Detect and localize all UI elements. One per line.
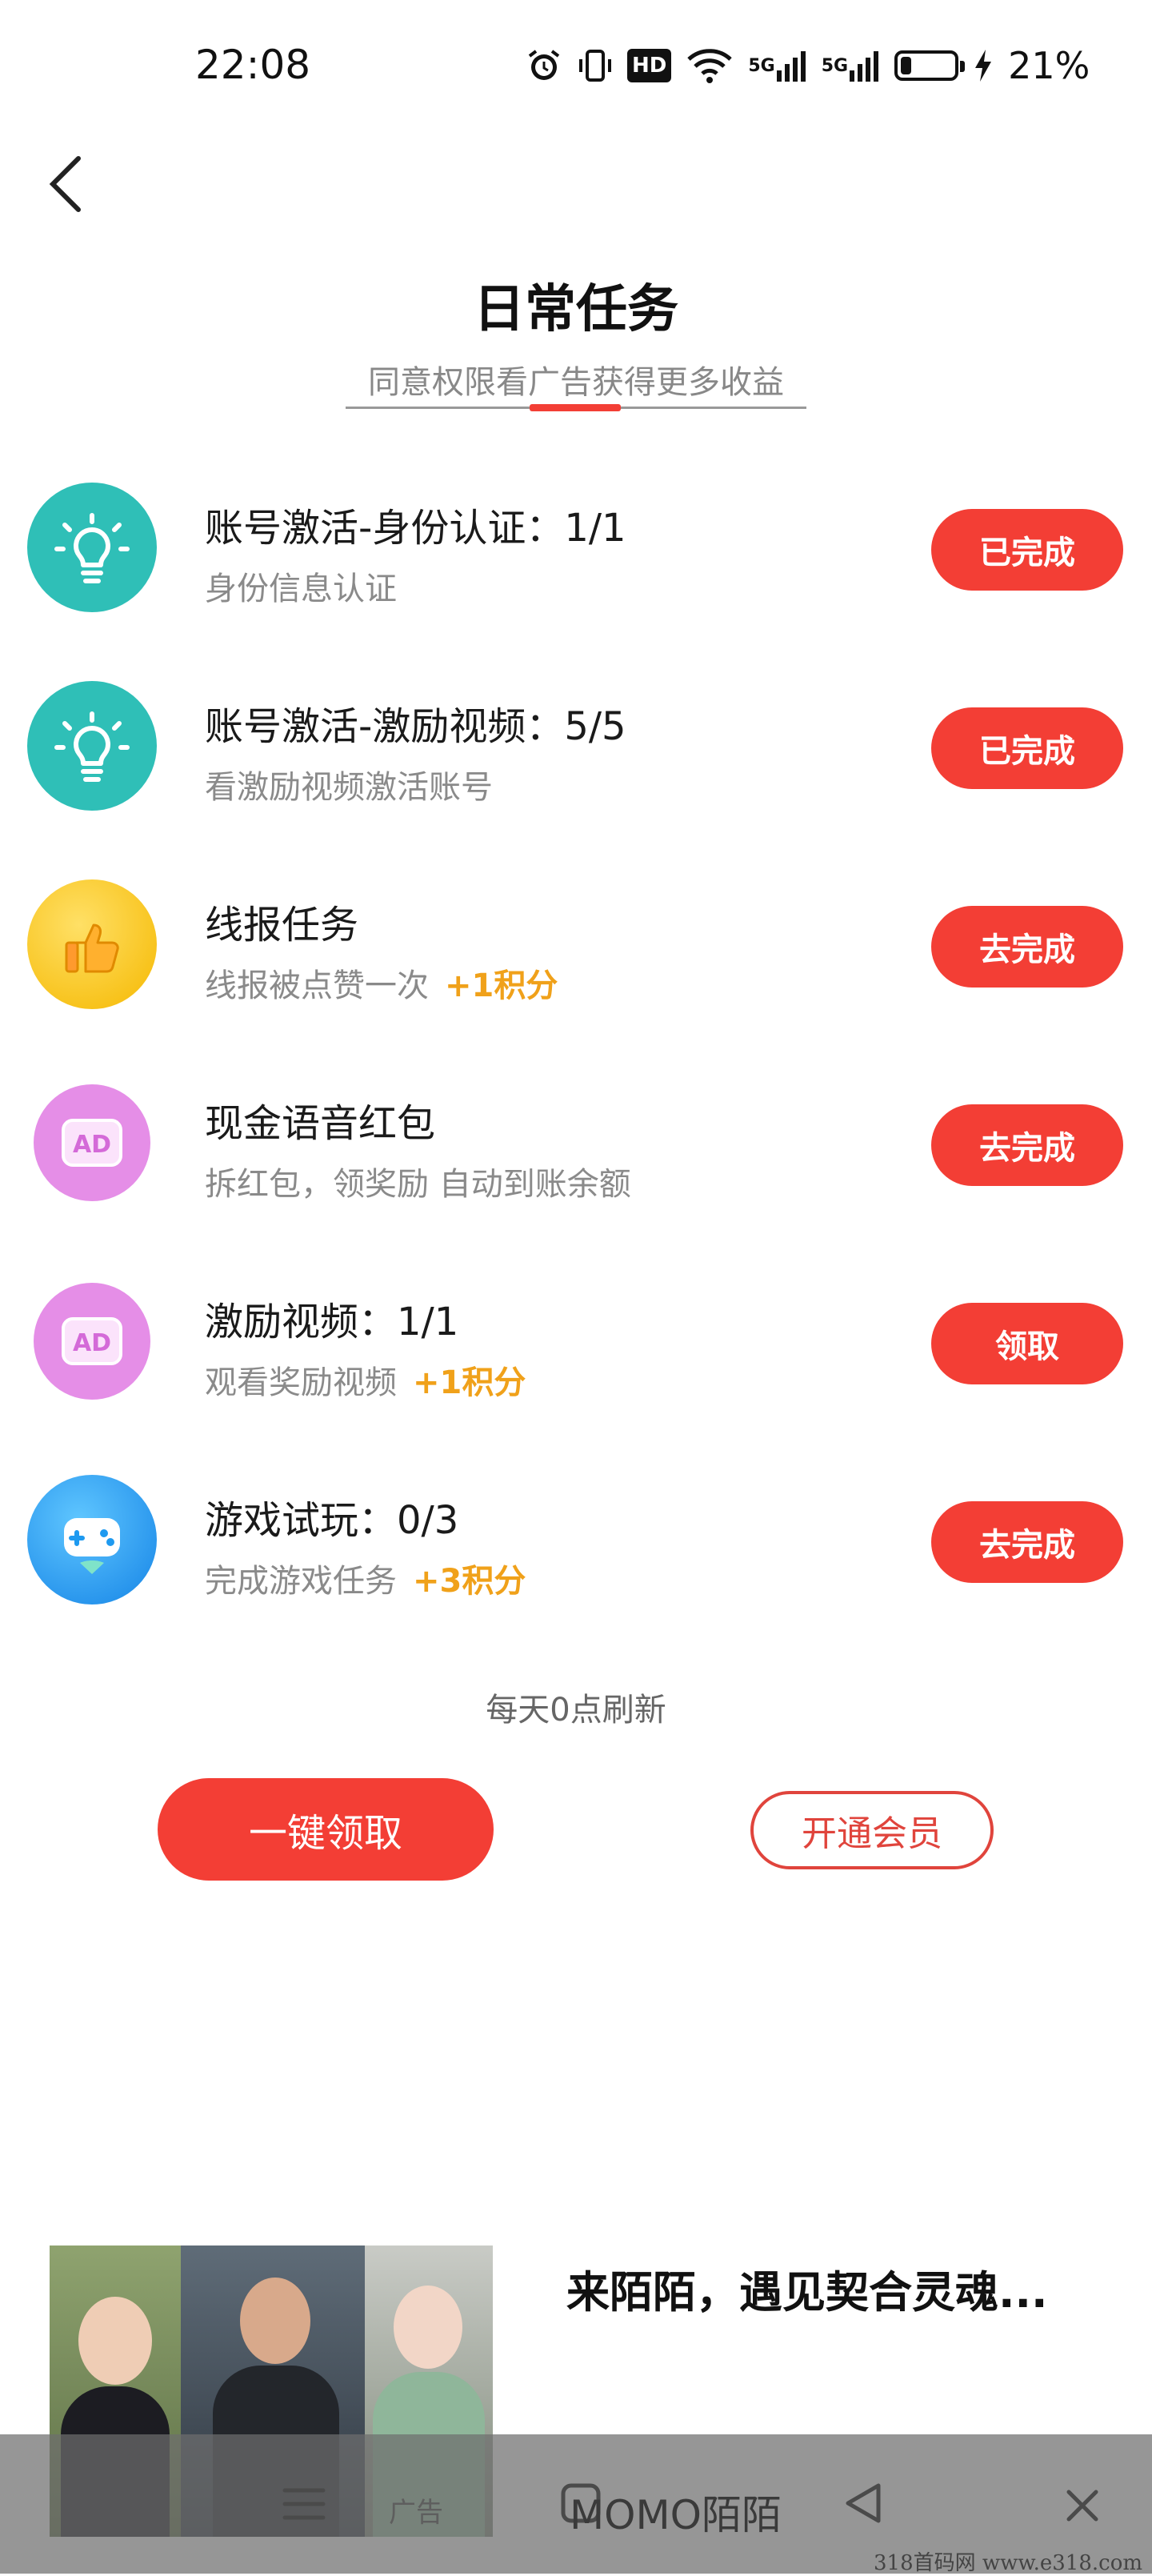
task-title: 现金语音红包 [205, 1101, 436, 1146]
task-desc: 看激励视频激活账号 [205, 761, 493, 807]
back-triangle-icon[interactable] [842, 2481, 886, 2529]
task-title: 激励视频：1/1 [205, 1300, 459, 1344]
watermark: 318首码网 www.e318.com [874, 2551, 1142, 2575]
task-row: 游戏试玩：0/3 完成游戏任务 +3积分 去完成 [0, 1455, 1152, 1631]
alarm-icon [525, 43, 563, 88]
task-list: 账号激活-身份认证：1/1 身份信息认证 已完成 账号激活-激励视频：5/5 看… [0, 463, 1152, 1615]
charging-icon [973, 43, 994, 88]
task-desc: 身份信息认证 [205, 563, 397, 609]
task-bonus: +1积分 [445, 968, 558, 1004]
person-head [240, 2278, 310, 2364]
task-title: 账号激活-激励视频：5/5 [205, 704, 626, 749]
lightbulb-icon [27, 681, 157, 811]
battery-outline [894, 50, 966, 81]
task-row: 线报任务 线报被点赞一次 +1积分 去完成 [0, 859, 1152, 1036]
back-button[interactable] [40, 152, 96, 216]
signal-5g-icon: 5G [748, 43, 806, 88]
task-desc-text: 拆红包，领奖励 自动到账余额 [205, 1166, 631, 1203]
task-row: AD 现金语音红包 拆红包，领奖励 自动到账余额 去完成 [0, 1058, 1152, 1234]
task-desc: 完成游戏任务 +3积分 [205, 1555, 526, 1601]
page-subtitle: 同意权限看广告获得更多收益 [368, 364, 784, 401]
status-icons: HD 5G 5G 21% [525, 42, 1090, 90]
close-icon[interactable] [1064, 2487, 1101, 2527]
chevron-left-icon [49, 156, 81, 212]
ad-title[interactable]: 来陌陌，遇见契合灵魂... [566, 2257, 1048, 2320]
wifi-icon [686, 43, 734, 88]
refresh-note: 每天0点刷新 [486, 1692, 666, 1729]
svg-text:AD: AD [73, 1329, 111, 1357]
page-title: 日常任务 [474, 280, 678, 339]
signal-5g-icon: 5G [822, 43, 880, 88]
subtitle-accent [530, 404, 621, 411]
hd-icon: HD [627, 49, 672, 82]
signal-5g-label: 5G [821, 55, 849, 76]
task-desc-text: 观看奖励视频 [205, 1364, 397, 1401]
task-row: AD 激励视频：1/1 观看奖励视频 +1积分 领取 [0, 1256, 1152, 1432]
vibrate-icon [578, 43, 613, 88]
task-action-button[interactable]: 去完成 [931, 1501, 1123, 1583]
task-title: 游戏试玩：0/3 [205, 1498, 459, 1543]
task-claim-button[interactable]: 领取 [931, 1303, 1123, 1384]
menu-icon[interactable] [282, 2484, 326, 2527]
ad-icon: AD [34, 1283, 150, 1400]
task-bonus: +1积分 [413, 1364, 526, 1401]
ad-icon: AD [34, 1084, 150, 1201]
battery-percent: 21% [1008, 44, 1090, 87]
task-bonus: +3积分 [413, 1563, 526, 1600]
task-title: 账号激活-身份认证：1/1 [205, 506, 626, 551]
open-vip-button[interactable]: 开通会员 [750, 1791, 994, 1869]
task-desc-text: 完成游戏任务 [205, 1563, 397, 1600]
task-desc-text: 看激励视频激活账号 [205, 769, 493, 806]
task-title: 线报任务 [205, 903, 359, 947]
battery-icon [894, 43, 966, 88]
task-row: 账号激活-身份认证：1/1 身份信息认证 已完成 [0, 463, 1152, 639]
task-action-button[interactable]: 去完成 [931, 1104, 1123, 1186]
lightbulb-icon [27, 483, 157, 612]
task-status-button[interactable]: 已完成 [931, 509, 1123, 591]
signal-5g-label: 5G [748, 55, 775, 76]
battery-fill [901, 57, 912, 74]
claim-all-button[interactable]: 一键领取 [158, 1778, 494, 1881]
thumbs-up-icon [27, 879, 157, 1009]
task-desc-text: 身份信息认证 [205, 571, 397, 607]
task-desc-text: 线报被点赞一次 [205, 968, 429, 1004]
gamepad-icon [27, 1475, 157, 1604]
task-status-button[interactable]: 已完成 [931, 707, 1123, 789]
task-action-button[interactable]: 去完成 [931, 906, 1123, 988]
task-desc: 拆红包，领奖励 自动到账余额 [205, 1158, 631, 1204]
person-head [78, 2297, 152, 2385]
svg-text:AD: AD [73, 1131, 111, 1159]
task-desc: 线报被点赞一次 +1积分 [205, 959, 558, 1006]
task-desc: 观看奖励视频 +1积分 [205, 1356, 526, 1403]
task-row: 账号激活-激励视频：5/5 看激励视频激活账号 已完成 [0, 661, 1152, 837]
status-time: 22:08 [195, 42, 311, 88]
ad-brand: MOMO陌陌 [570, 2492, 782, 2538]
ad-tag: 广告 [389, 2497, 443, 2529]
person-head [394, 2286, 462, 2369]
